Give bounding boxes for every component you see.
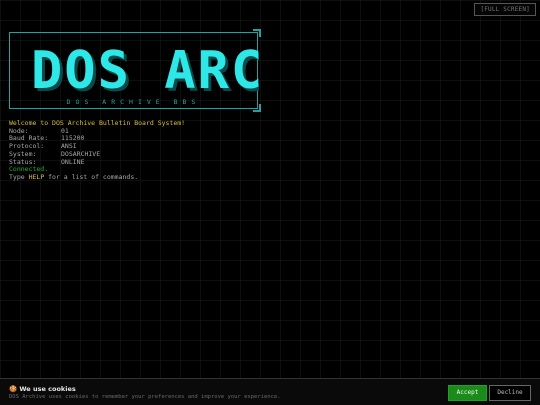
terminal-output: Welcome to DOS Archive Bulletin Board Sy… bbox=[9, 119, 186, 182]
cookie-banner: 🍪 We use cookies DOS Archive uses cookie… bbox=[0, 378, 540, 405]
help-prefix: Type bbox=[9, 172, 29, 181]
logo-title: DOS ARC bbox=[31, 41, 259, 101]
help-line: Type HELP for a list of commands. bbox=[9, 172, 185, 182]
help-command: HELP bbox=[28, 172, 45, 181]
accept-cookies-button[interactable]: Accept bbox=[448, 385, 487, 401]
decline-cookies-button[interactable]: Decline bbox=[489, 385, 531, 401]
info-value: ONLINE bbox=[61, 157, 85, 166]
cookie-description: DOS Archive uses cookies to remember you… bbox=[9, 394, 281, 400]
system-info: Node: 01 Baud Rate: 115200 Protocol: ANSI Syst… bbox=[9, 127, 185, 167]
logo-frame: DOS ARC DOS ARC DOS ARCHIVE BBS bbox=[9, 29, 261, 112]
fullscreen-button[interactable]: [FULL SCREEN] bbox=[474, 3, 536, 16]
cookie-icon: 🍪 bbox=[9, 385, 18, 393]
welcome-line: Welcome to DOS Archive Bulletin Board Sy… bbox=[9, 119, 186, 127]
cookie-title: We use cookies bbox=[19, 385, 76, 393]
help-suffix: for a list of commands. bbox=[44, 172, 139, 181]
logo-subtitle: DOS ARCHIVE BBS bbox=[66, 98, 201, 106]
cookie-title-row: 🍪 We use cookies bbox=[9, 385, 76, 393]
